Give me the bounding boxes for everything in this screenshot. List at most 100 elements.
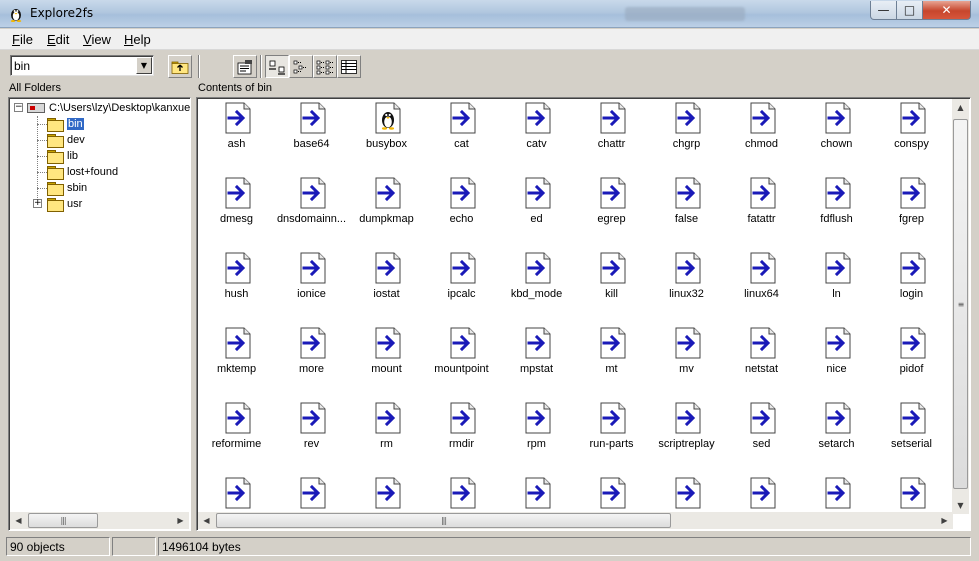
file-item[interactable]: scriptreplay bbox=[649, 398, 724, 458]
file-item[interactable]: mpstat bbox=[499, 323, 574, 383]
scroll-down-icon[interactable]: ▼ bbox=[952, 497, 969, 514]
file-item[interactable]: cat bbox=[424, 98, 499, 158]
expand-icon[interactable]: + bbox=[33, 199, 42, 208]
file-item[interactable]: fdflush bbox=[799, 173, 874, 233]
file-item[interactable]: chattr bbox=[574, 98, 649, 158]
file-item[interactable]: echo bbox=[424, 173, 499, 233]
file-item[interactable]: linux64 bbox=[724, 248, 799, 308]
list-view-icon bbox=[316, 60, 333, 74]
file-item[interactable]: ln bbox=[799, 248, 874, 308]
scroll-right-icon[interactable]: ▶ bbox=[936, 512, 953, 529]
file-item[interactable]: setserial bbox=[874, 398, 949, 458]
file-label: ionice bbox=[297, 288, 326, 300]
minimize-button[interactable]: — bbox=[870, 1, 897, 20]
menu-bar: File Edit View Help bbox=[0, 29, 979, 50]
file-item[interactable]: hush bbox=[199, 248, 274, 308]
file-item[interactable]: dnsdomainn... bbox=[274, 173, 349, 233]
properties-button[interactable] bbox=[233, 55, 257, 78]
collapse-icon[interactable]: − bbox=[14, 103, 23, 112]
menu-file[interactable]: File bbox=[12, 32, 33, 47]
executable-arrow-icon bbox=[525, 102, 551, 134]
tree-root[interactable]: C:\Users\lzy\Desktop\kanxue bbox=[27, 100, 190, 116]
file-item[interactable]: chgrp bbox=[649, 98, 724, 158]
menu-help[interactable]: Help bbox=[124, 32, 151, 47]
file-item[interactable]: ipcalc bbox=[424, 248, 499, 308]
file-item[interactable]: sed bbox=[724, 398, 799, 458]
large-icons-view-button[interactable] bbox=[265, 55, 289, 78]
horizontal-scrollbar[interactable]: ◀ ||| ▶ bbox=[198, 512, 953, 529]
small-icons-view-button[interactable] bbox=[289, 55, 313, 78]
file-item[interactable]: nice bbox=[799, 323, 874, 383]
file-item[interactable]: more bbox=[274, 323, 349, 383]
executable-arrow-icon bbox=[225, 477, 251, 509]
file-list[interactable]: ash base64 busybox cat catv chattr chgrp chmod c… bbox=[196, 97, 971, 531]
executable-arrow-icon bbox=[300, 477, 326, 509]
file-item[interactable]: reformime bbox=[199, 398, 274, 458]
menu-view[interactable]: View bbox=[83, 32, 111, 47]
file-item[interactable]: kill bbox=[574, 248, 649, 308]
file-item[interactable]: busybox bbox=[349, 98, 424, 158]
file-item[interactable]: mv bbox=[649, 323, 724, 383]
file-item[interactable]: login bbox=[874, 248, 949, 308]
file-item[interactable]: ed bbox=[499, 173, 574, 233]
file-item[interactable]: linux32 bbox=[649, 248, 724, 308]
file-item[interactable]: ionice bbox=[274, 248, 349, 308]
file-item[interactable]: rev bbox=[274, 398, 349, 458]
file-item[interactable]: kbd_mode bbox=[499, 248, 574, 308]
folder-tree[interactable]: − C:\Users\lzy\Desktop\kanxue bin dev li… bbox=[8, 97, 191, 531]
file-item[interactable]: mountpoint bbox=[424, 323, 499, 383]
scroll-up-icon[interactable]: ▲ bbox=[952, 99, 969, 116]
file-item[interactable]: mt bbox=[574, 323, 649, 383]
file-item[interactable]: pidof bbox=[874, 323, 949, 383]
vertical-scrollbar[interactable]: ▲ ≡ ▼ bbox=[952, 99, 969, 514]
file-item[interactable]: mktemp bbox=[199, 323, 274, 383]
file-item[interactable]: chown bbox=[799, 98, 874, 158]
status-spacer bbox=[112, 537, 156, 556]
file-item[interactable]: rmdir bbox=[424, 398, 499, 458]
file-item[interactable]: netstat bbox=[724, 323, 799, 383]
file-item[interactable]: run-parts bbox=[574, 398, 649, 458]
file-item[interactable]: iostat bbox=[349, 248, 424, 308]
tree-horizontal-scrollbar[interactable]: ◀ ||| ▶ bbox=[10, 512, 189, 529]
file-item[interactable]: ash bbox=[199, 98, 274, 158]
file-item[interactable]: rm bbox=[349, 398, 424, 458]
file-item[interactable]: dumpkmap bbox=[349, 173, 424, 233]
close-button[interactable]: ✕ bbox=[923, 1, 971, 20]
file-item[interactable]: base64 bbox=[274, 98, 349, 158]
details-view-button[interactable] bbox=[337, 55, 361, 78]
file-item[interactable]: conspy bbox=[874, 98, 949, 158]
maximize-button[interactable]: □ bbox=[897, 1, 923, 20]
tree-folder-usr[interactable]: usr bbox=[47, 196, 82, 212]
list-view-button[interactable] bbox=[313, 55, 337, 78]
file-item[interactable]: dmesg bbox=[199, 173, 274, 233]
scroll-thumb[interactable]: ≡ bbox=[953, 119, 968, 489]
tree-folder-bin[interactable]: bin bbox=[47, 116, 84, 132]
executable-arrow-icon bbox=[300, 177, 326, 209]
path-combo[interactable]: bin ▼ bbox=[10, 55, 154, 76]
folder-icon bbox=[47, 166, 64, 180]
scroll-thumb[interactable]: ||| bbox=[28, 513, 98, 528]
tree-folder-dev[interactable]: dev bbox=[47, 132, 85, 148]
up-folder-button[interactable] bbox=[168, 55, 192, 78]
file-item[interactable]: fgrep bbox=[874, 173, 949, 233]
scroll-left-icon[interactable]: ◀ bbox=[198, 512, 215, 529]
scroll-right-icon[interactable]: ▶ bbox=[172, 512, 189, 529]
file-item[interactable]: egrep bbox=[574, 173, 649, 233]
tree-folder-lib[interactable]: lib bbox=[47, 148, 78, 164]
tree-folder-lost-found[interactable]: lost+found bbox=[47, 164, 118, 180]
chevron-down-icon[interactable]: ▼ bbox=[136, 57, 152, 74]
scroll-thumb[interactable]: ||| bbox=[216, 513, 671, 528]
tree-folder-sbin[interactable]: sbin bbox=[47, 180, 87, 196]
file-item[interactable]: setarch bbox=[799, 398, 874, 458]
menu-edit[interactable]: Edit bbox=[47, 32, 69, 47]
file-label: fgrep bbox=[898, 213, 925, 225]
scroll-left-icon[interactable]: ◀ bbox=[10, 512, 27, 529]
file-item[interactable]: fatattr bbox=[724, 173, 799, 233]
file-item[interactable]: mount bbox=[349, 323, 424, 383]
file-item[interactable]: chmod bbox=[724, 98, 799, 158]
file-item[interactable]: catv bbox=[499, 98, 574, 158]
file-label: dumpkmap bbox=[359, 213, 414, 225]
file-item[interactable]: rpm bbox=[499, 398, 574, 458]
title-bar[interactable]: Explore2fs — □ ✕ bbox=[0, 0, 979, 28]
file-item[interactable]: false bbox=[649, 173, 724, 233]
